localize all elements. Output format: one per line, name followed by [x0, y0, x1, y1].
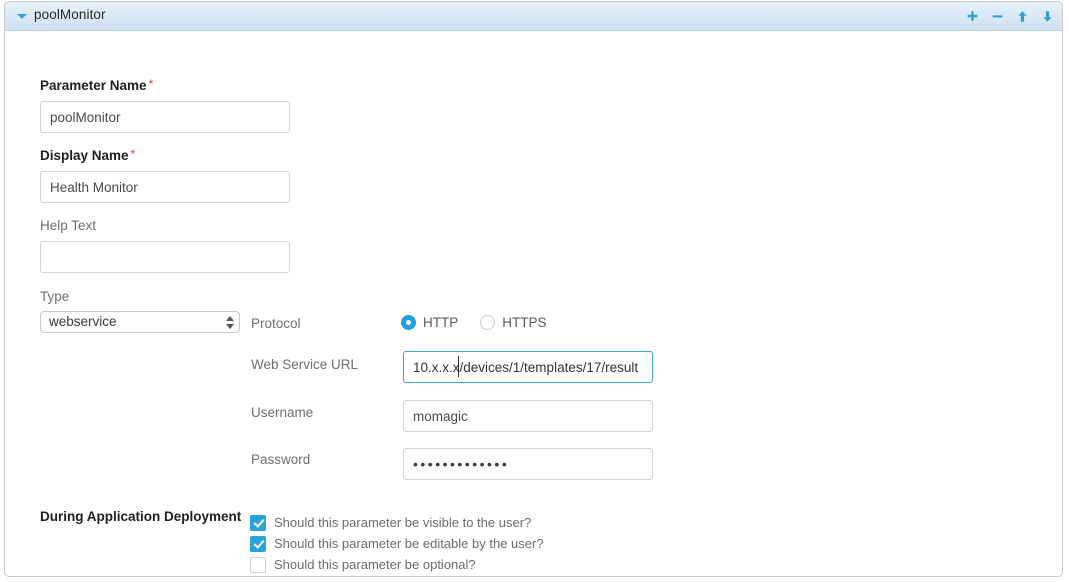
web-service-url-label: Web Service URL: [251, 357, 359, 372]
deployment-option-editable-label: Should this parameter be editable by the…: [274, 536, 544, 551]
parameter-form: Parameter Name* Display Name* Help Text …: [5, 31, 1062, 576]
panel-header-tools: [965, 2, 1054, 30]
protocol-option-http[interactable]: HTTP: [401, 315, 458, 330]
protocol-radio-group: HTTP HTTPS: [401, 315, 547, 330]
display-name-label-text: Display Name: [40, 148, 129, 163]
move-up-icon[interactable]: [1015, 9, 1029, 23]
display-name-input[interactable]: [40, 171, 290, 203]
protocol-label: Protocol: [251, 316, 301, 331]
parameter-name-input[interactable]: [40, 101, 290, 133]
checkbox-unchecked-icon[interactable]: [250, 556, 266, 573]
deployment-section-label: During Application Deployment: [40, 509, 242, 524]
radio-unselected-icon[interactable]: [480, 315, 496, 330]
panel-title: poolMonitor: [34, 7, 106, 22]
web-service-url-input[interactable]: [403, 351, 653, 383]
help-text-label: Help Text: [40, 218, 97, 233]
parameter-name-label: Parameter Name *: [40, 78, 153, 93]
password-label: Password: [251, 452, 311, 467]
required-asterisk: *: [130, 147, 136, 161]
move-down-icon[interactable]: [1040, 9, 1054, 23]
protocol-option-https-label: HTTPS: [502, 315, 547, 330]
username-label: Username: [251, 405, 314, 420]
remove-icon[interactable]: [990, 9, 1004, 23]
deployment-option-visible-label: Should this parameter be visible to the …: [274, 515, 532, 530]
deployment-option-editable[interactable]: Should this parameter be editable by the…: [250, 533, 544, 554]
checkbox-checked-icon[interactable]: [250, 514, 266, 531]
required-asterisk: *: [148, 77, 154, 91]
deployment-option-optional[interactable]: Should this parameter be optional?: [250, 554, 544, 575]
deployment-option-optional-label: Should this parameter be optional?: [274, 557, 476, 572]
protocol-option-https[interactable]: HTTPS: [480, 315, 547, 330]
display-name-label: Display Name *: [40, 148, 135, 163]
type-select-value[interactable]: webservice: [40, 311, 240, 333]
checkbox-checked-icon[interactable]: [250, 535, 266, 552]
type-select[interactable]: webservice: [40, 311, 240, 333]
parameter-panel: poolMonitor Parameter Name * poolMonitor…: [4, 1, 1063, 577]
deployment-option-multiple[interactable]: Allow selection of multiple values?: [250, 575, 544, 576]
type-label: Type: [40, 289, 70, 304]
help-text-input[interactable]: [40, 241, 290, 273]
text-cursor: [458, 356, 459, 377]
caret-down-icon[interactable]: [17, 14, 27, 19]
deployment-option-visible[interactable]: Should this parameter be visible to the …: [250, 512, 544, 533]
deployment-options: Should this parameter be visible to the …: [250, 512, 544, 576]
protocol-option-http-label: HTTP: [423, 315, 459, 330]
username-input[interactable]: [403, 400, 653, 432]
panel-header: poolMonitor: [5, 2, 1062, 31]
add-icon[interactable]: [965, 9, 979, 23]
parameter-name-label-text: Parameter Name: [40, 78, 147, 93]
radio-selected-icon[interactable]: [401, 315, 416, 330]
password-input[interactable]: [403, 448, 653, 480]
